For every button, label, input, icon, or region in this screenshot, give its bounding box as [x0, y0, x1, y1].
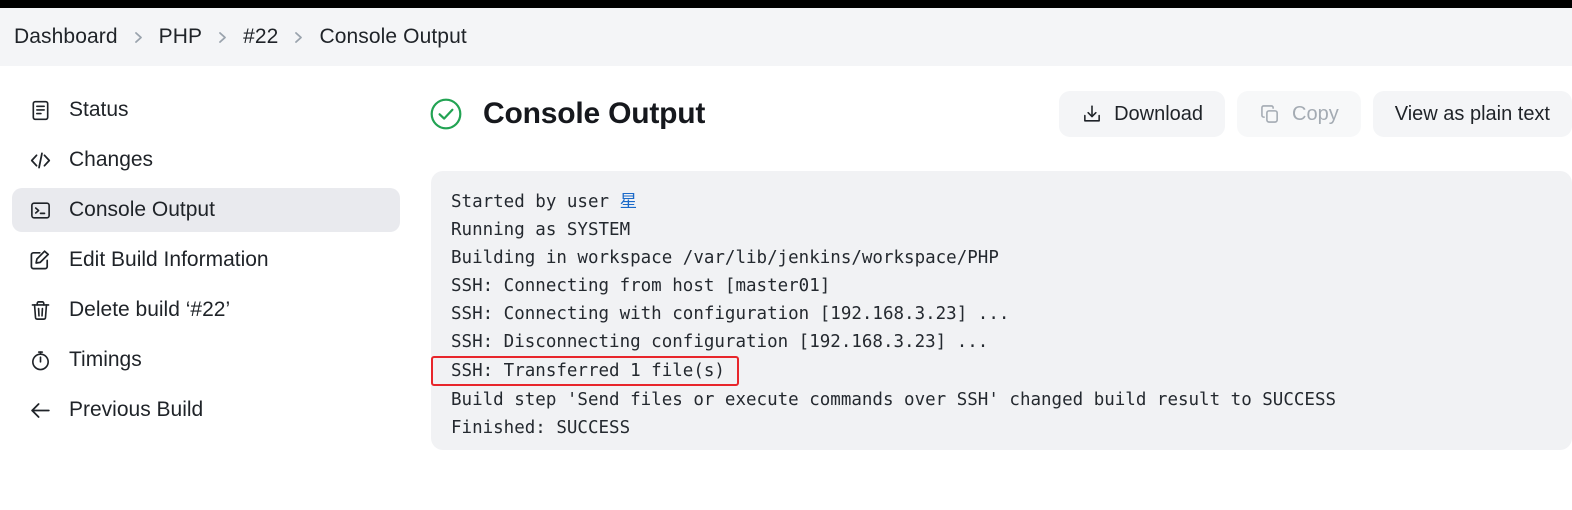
- stopwatch-icon: [27, 347, 53, 373]
- document-icon: [27, 97, 53, 123]
- sidebar-item-label: Timings: [69, 348, 142, 371]
- sidebar-item-label: Edit Build Information: [69, 248, 269, 271]
- console-line: Finished: SUCCESS: [451, 418, 631, 438]
- copy-button[interactable]: Copy: [1237, 91, 1361, 137]
- download-button-label: Download: [1114, 102, 1204, 125]
- page-body: Status Changes Console Output Edit Build…: [0, 66, 1572, 510]
- console-output-panel[interactable]: Started by user 星 Running as SYSTEM Buil…: [431, 171, 1572, 450]
- console-line: Build step 'Send files or execute comman…: [451, 390, 1337, 410]
- chevron-right-icon: [132, 31, 145, 44]
- breadcrumb-item-php[interactable]: PHP: [159, 25, 202, 49]
- console-user-link[interactable]: 星: [620, 192, 638, 212]
- console-line: SSH: Connecting with configuration [192.…: [451, 304, 1010, 324]
- console-line: SSH: Connecting from host [master01]: [451, 276, 831, 296]
- console-output-header: Console Output Download Copy View as pla…: [428, 88, 1572, 140]
- console-line: Started by user 星: [451, 188, 1572, 216]
- check-circle-icon: [428, 96, 464, 132]
- console-line: Building in workspace /var/lib/jenkins/w…: [451, 248, 999, 268]
- view-as-plain-text-label: View as plain text: [1394, 102, 1550, 125]
- sidebar-item-delete-build[interactable]: Delete build ‘#22’: [12, 288, 400, 332]
- breadcrumb: Dashboard PHP #22 Console Output: [0, 8, 1572, 66]
- sidebar-item-previous-build[interactable]: Previous Build: [12, 388, 400, 432]
- trash-icon: [27, 297, 53, 323]
- console-line: SSH: Disconnecting configuration [192.16…: [451, 332, 989, 352]
- sidebar-item-label: Console Output: [69, 198, 215, 221]
- header-actions: Download Copy View as plain text: [1059, 91, 1572, 137]
- sidebar-item-edit-build-information[interactable]: Edit Build Information: [12, 238, 400, 282]
- window-top-bar: [0, 0, 1572, 8]
- sidebar-item-status[interactable]: Status: [12, 88, 400, 132]
- sidebar-item-label: Previous Build: [69, 398, 204, 421]
- copy-button-label: Copy: [1292, 102, 1339, 125]
- arrow-left-icon: [27, 397, 53, 423]
- main-content: Console Output Download Copy View as pla…: [420, 66, 1572, 510]
- download-icon: [1081, 103, 1103, 125]
- sidebar-item-changes[interactable]: Changes: [12, 138, 400, 182]
- breadcrumb-item-build-number[interactable]: #22: [243, 25, 278, 49]
- console-line-highlighted: SSH: Transferred 1 file(s): [431, 356, 739, 386]
- breadcrumb-item-console-output[interactable]: Console Output: [319, 25, 466, 49]
- terminal-icon: [27, 197, 53, 223]
- chevron-right-icon: [216, 31, 229, 44]
- edit-square-icon: [27, 247, 53, 273]
- sidebar-item-label: Changes: [69, 148, 154, 171]
- page-title: Console Output: [483, 97, 706, 130]
- sidebar-item-label: Status: [69, 98, 129, 121]
- console-line: Running as SYSTEM: [451, 220, 631, 240]
- sidebar-item-console-output[interactable]: Console Output: [12, 188, 400, 232]
- copy-icon: [1259, 103, 1281, 125]
- code-icon: [27, 147, 53, 173]
- sidebar: Status Changes Console Output Edit Build…: [0, 66, 420, 432]
- sidebar-item-label: Delete build ‘#22’: [69, 298, 231, 321]
- view-as-plain-text-button[interactable]: View as plain text: [1372, 91, 1572, 137]
- sidebar-item-timings[interactable]: Timings: [12, 338, 400, 382]
- download-button[interactable]: Download: [1059, 91, 1226, 137]
- chevron-right-icon: [292, 31, 305, 44]
- breadcrumb-item-dashboard[interactable]: Dashboard: [14, 25, 118, 49]
- console-line-text: Started by user: [451, 192, 620, 212]
